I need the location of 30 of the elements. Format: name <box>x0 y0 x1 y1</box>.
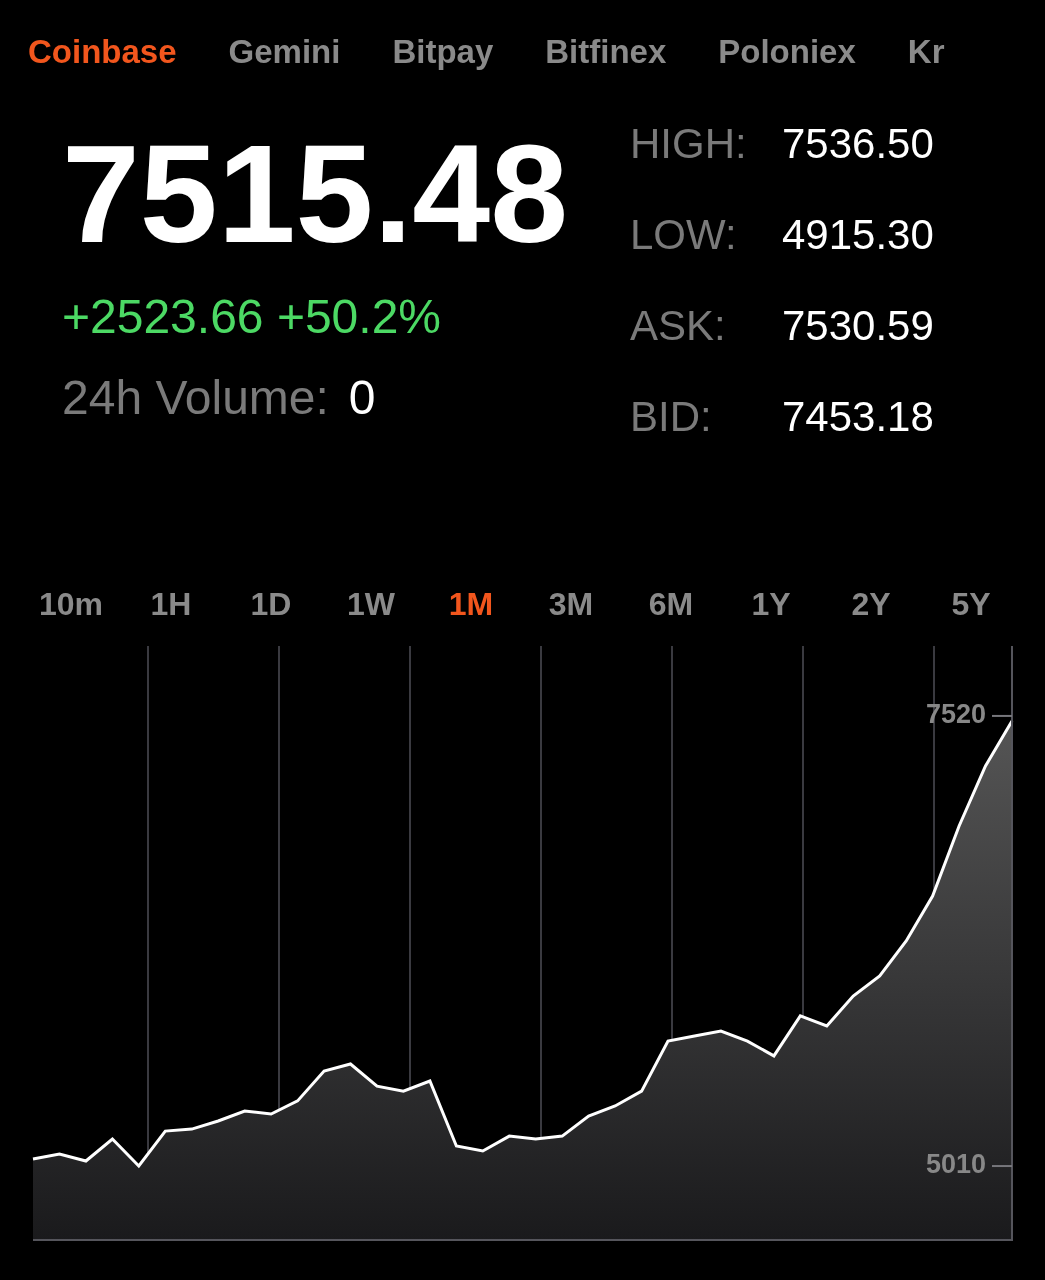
volume-label: 24h Volume: <box>62 370 329 426</box>
range-tab[interactable]: 5Y <box>921 584 1021 624</box>
range-tab[interactable]: 6M <box>621 584 721 624</box>
stat-label: BID: <box>630 393 713 442</box>
y-tick-label: 5010 <box>925 1149 986 1180</box>
range-tab[interactable]: 1H <box>121 584 221 624</box>
stat-label: HIGH: <box>630 120 748 169</box>
stat-value: 7453.18 <box>782 393 934 442</box>
price-change: +2523.66 +50.2% <box>62 289 442 345</box>
range-tab[interactable]: 3M <box>521 584 621 624</box>
exchange-tab[interactable]: Poloniex <box>718 30 856 74</box>
stat-value: 4915.30 <box>782 211 934 260</box>
y-tick-label: 7520 <box>925 699 986 730</box>
range-tab[interactable]: 2Y <box>821 584 921 624</box>
exchange-tab[interactable]: Bitpay <box>392 30 494 74</box>
range-tab[interactable]: 1W <box>321 584 421 624</box>
stat-value: 7530.59 <box>782 302 934 351</box>
stat-label: ASK: <box>630 302 727 351</box>
price-value: 7515.48 <box>62 114 569 274</box>
exchange-tab[interactable]: Coinbase <box>28 30 177 74</box>
range-tab[interactable]: 1Y <box>721 584 821 624</box>
range-tab[interactable]: 1M <box>421 584 521 624</box>
volume-value: 0 <box>348 370 376 426</box>
exchange-tab[interactable]: Kr <box>907 30 945 74</box>
stat-label: LOW: <box>630 211 738 260</box>
range-tab[interactable]: 10m <box>21 584 121 624</box>
exchange-tab[interactable]: Bitfinex <box>545 30 667 74</box>
stat-value: 7536.50 <box>782 120 934 169</box>
exchange-tab[interactable]: Gemini <box>228 30 341 74</box>
range-tab[interactable]: 1D <box>221 584 321 624</box>
